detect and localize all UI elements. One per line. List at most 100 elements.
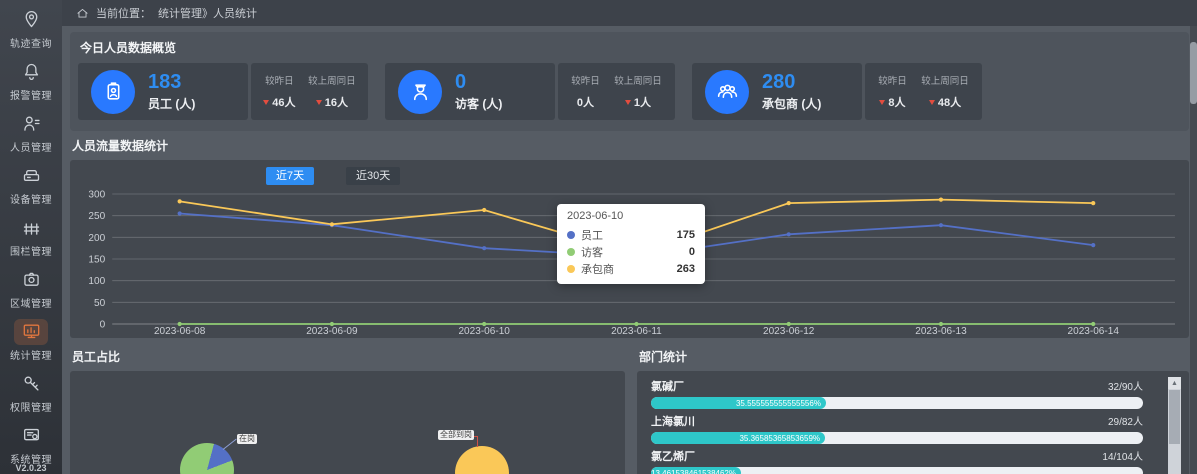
sidebar-item-label: 权限管理 <box>10 399 52 414</box>
stat-value: 0 <box>455 71 502 93</box>
department-rows: 氯碱厂32/90人35.555555555555556%上海氯川29/82人35… <box>651 378 1143 474</box>
bottom-row: 员工占比 在岗 全部到岗 部门统计 氯碱厂32/90人35.5555555 <box>70 344 1189 474</box>
main-area: 当前位置： 统计管理》人员统计 今日人员数据概览 183员工 (人)较昨日46人… <box>62 0 1197 474</box>
department-bar-track: 35.555555555555556% <box>651 397 1143 409</box>
pie-label-right: 全部到岗 <box>438 430 474 440</box>
stat-icon-circle <box>91 70 135 114</box>
department-bar-track: 13.461538461538462% <box>651 467 1143 474</box>
stat-card: 280承包商 (人) <box>692 63 862 120</box>
department-name: 氯乙烯厂 <box>651 448 695 464</box>
department-stats-title: 部门统计 <box>639 348 1187 365</box>
arrow-down-icon <box>316 100 322 105</box>
svg-text:2023-06-14: 2023-06-14 <box>1068 326 1120 336</box>
department-name: 氯碱厂 <box>651 378 684 394</box>
stat-card-group: 280承包商 (人) 较昨日8人较上周同日 48人 <box>692 63 982 120</box>
sidebar-item-fence[interactable]: 围栏管理 <box>0 210 62 262</box>
compare-value: 16人 <box>308 94 356 110</box>
page-scrollbar[interactable] <box>1190 26 1197 474</box>
pie-label-left: 在岗 <box>237 434 257 444</box>
compare-card: 较昨日46人较上周同日 16人 <box>251 63 368 120</box>
alarm-icon <box>21 61 42 82</box>
department-percent-label: 13.461538461538462% <box>651 469 736 474</box>
tooltip-series-name: 访客 <box>581 244 603 260</box>
statistics-icon <box>21 321 42 342</box>
department-scrollbar[interactable]: ▲ <box>1168 377 1181 474</box>
system-icon <box>21 425 42 446</box>
stat-value: 280 <box>762 71 821 93</box>
chart-tooltip: 2023-06-10 员工175访客0承包商263 <box>557 204 705 284</box>
pie-label-line-right-v <box>477 436 478 447</box>
tooltip-date: 2023-06-10 <box>567 210 695 222</box>
tooltip-row: 员工 175 <box>567 226 695 243</box>
tab-last-7-days[interactable]: 近7天 <box>266 167 314 185</box>
department-bar-track: 35.36585365853659% <box>651 432 1143 444</box>
svg-text:250: 250 <box>88 211 105 222</box>
compare-col: 较昨日8人 <box>878 73 907 110</box>
stat-icon-circle <box>705 70 749 114</box>
series-dot-icon <box>567 231 575 239</box>
compare-label: 较上周同日 <box>921 73 969 87</box>
sidebar-item-statistics[interactable]: 统计管理 <box>0 314 62 366</box>
department-row: 上海氯川29/82人35.36585365853659% <box>651 413 1143 444</box>
page-scrollbar-thumb[interactable] <box>1190 42 1197 104</box>
department-row: 氯乙烯厂 14/104人 13.461538461538462% <box>651 448 1143 474</box>
permission-icon <box>21 373 42 394</box>
sidebar-item-permission[interactable]: 权限管理 <box>0 366 62 418</box>
personnel-icon <box>21 113 42 134</box>
department-percent-label: 35.555555555555556% <box>736 399 821 408</box>
sidebar-item-route[interactable]: 轨迹查询 <box>0 2 62 54</box>
sidebar-item-label: 人员管理 <box>10 139 52 154</box>
department-stats-list: 氯碱厂32/90人35.555555555555556%上海氯川29/82人35… <box>637 371 1189 474</box>
overview-panel: 今日人员数据概览 183员工 (人)较昨日46人较上周同日16人0访客 (人)较… <box>70 32 1189 131</box>
compare-col: 较昨日46人 <box>263 73 295 110</box>
sidebar-item-label: 统计管理 <box>10 347 52 362</box>
department-count: 32/90人 <box>1108 378 1143 393</box>
scroll-up-arrow-icon[interactable]: ▲ <box>1168 377 1181 389</box>
fence-icon <box>21 217 42 238</box>
svg-text:200: 200 <box>88 233 105 244</box>
pie-chart-right <box>455 446 509 474</box>
department-count: 29/82人 <box>1108 413 1143 428</box>
stat-card-group: 0访客 (人)较昨日0人较上周同日1人 <box>385 63 675 120</box>
arrow-down-icon <box>929 100 935 105</box>
department-bar-fill: 35.36585365853659% <box>651 432 825 444</box>
pie-label-line-left <box>223 439 237 450</box>
compare-label: 较昨日 <box>263 73 295 87</box>
stat-label: 访客 (人) <box>455 95 502 112</box>
department-scrollbar-thumb[interactable] <box>1169 390 1180 444</box>
tab-last-30-days[interactable]: 近30天 <box>346 167 400 185</box>
device-icon <box>21 165 42 186</box>
flow-title: 人员流量数据统计 <box>72 137 1187 154</box>
svg-text:2023-06-08: 2023-06-08 <box>154 326 206 336</box>
arrow-down-icon <box>263 100 269 105</box>
department-bar-fill: 13.461538461538462% <box>651 467 741 474</box>
home-icon[interactable] <box>76 7 89 20</box>
svg-text:2023-06-10: 2023-06-10 <box>458 326 510 336</box>
tooltip-series-value: 0 <box>689 246 695 258</box>
employee-ratio-chart[interactable]: 在岗 全部到岗 <box>70 371 625 474</box>
tooltip-series-name: 员工 <box>581 227 603 243</box>
overview-cards: 183员工 (人)较昨日46人较上周同日16人0访客 (人)较昨日0人较上周同日… <box>70 63 1189 131</box>
compare-label: 较上周同日 <box>308 73 356 87</box>
compare-value: 48人 <box>921 94 969 110</box>
series-dot-icon <box>567 265 575 273</box>
sidebar-item-label: 轨迹查询 <box>10 35 52 50</box>
sidebar-item-alarm[interactable]: 报警管理 <box>0 54 62 106</box>
breadcrumb-prefix: 当前位置： <box>96 5 151 21</box>
employee-ratio-title: 员工占比 <box>72 348 623 365</box>
stat-icon-circle <box>398 70 442 114</box>
department-row: 氯碱厂 32/90人 35.555555555555556% <box>651 378 1143 409</box>
series-dot-icon <box>567 248 575 256</box>
compare-value: 0人 <box>571 94 600 110</box>
sidebar-item-area[interactable]: 区域管理 <box>0 262 62 314</box>
sidebar-item-device[interactable]: 设备管理 <box>0 158 62 210</box>
content: 今日人员数据概览 183员工 (人)较昨日46人较上周同日16人0访客 (人)较… <box>62 26 1197 474</box>
compare-col: 较昨日 0人 <box>571 73 600 110</box>
compare-label: 较昨日 <box>571 73 600 87</box>
sidebar-item-personnel[interactable]: 人员管理 <box>0 106 62 158</box>
svg-text:2023-06-13: 2023-06-13 <box>915 326 967 336</box>
department-count: 14/104人 <box>1102 448 1143 463</box>
tooltip-series-value: 175 <box>677 229 695 241</box>
sidebar-items: 轨迹查询报警管理人员管理设备管理围栏管理区域管理统计管理权限管理系统管理 <box>0 2 62 470</box>
compare-label: 较上周同日 <box>614 73 662 87</box>
